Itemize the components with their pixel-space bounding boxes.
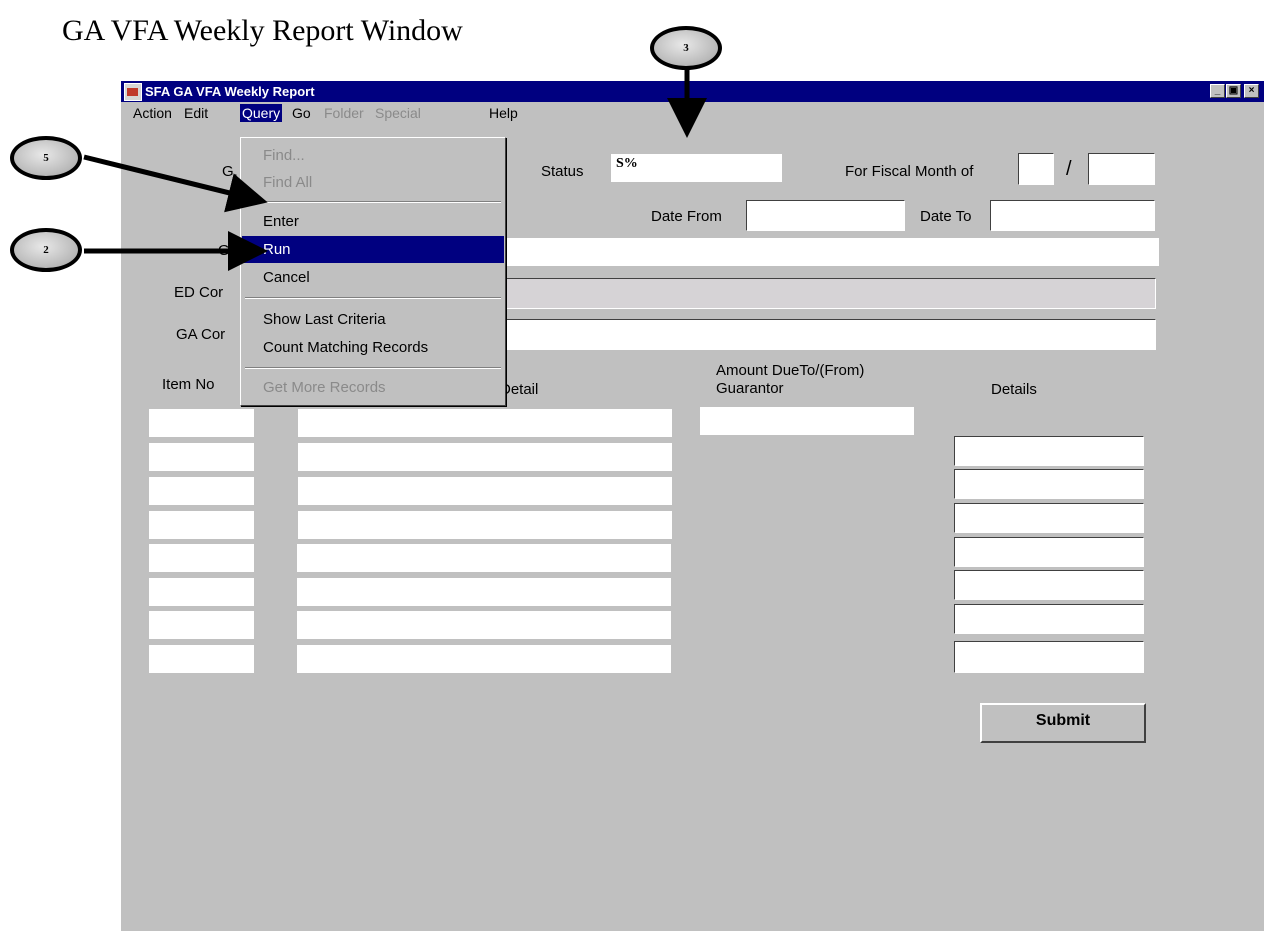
annotation-arrows [83, 70, 707, 271]
callout-3: 3 [650, 26, 722, 70]
callout-2: 2 [10, 228, 82, 272]
callout-5-arrow [83, 154, 268, 213]
callout-5: 5 [10, 136, 82, 180]
